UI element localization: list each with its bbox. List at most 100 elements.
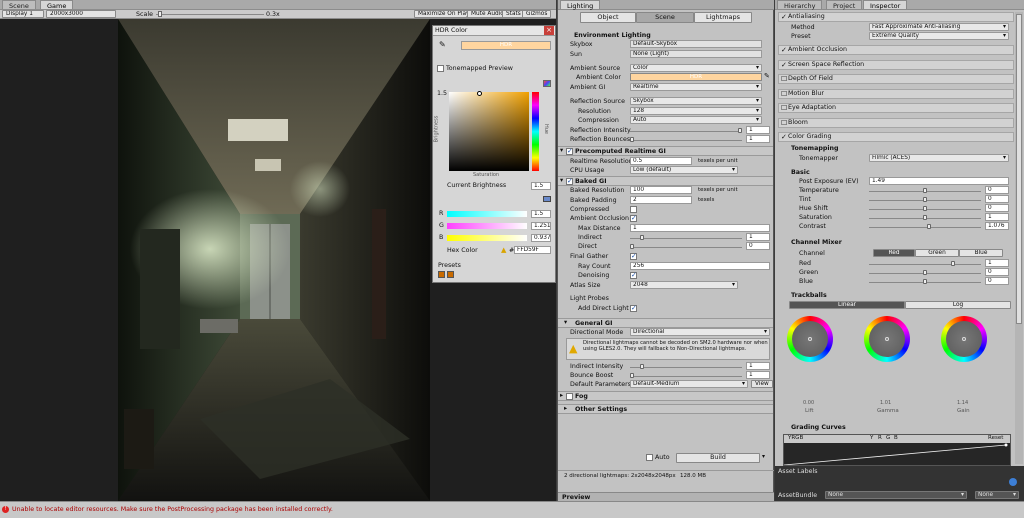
reflection-intensity-field[interactable]: 1 bbox=[746, 126, 770, 134]
depth-of-field-header[interactable]: ☐ Depth Of Field bbox=[778, 74, 1014, 84]
motion-blur-header[interactable]: ☐ Motion Blur bbox=[778, 89, 1014, 99]
lift-wheel-cursor[interactable] bbox=[808, 337, 812, 341]
gamma-wheel[interactable] bbox=[864, 316, 910, 362]
ssr-check-icon[interactable]: ✓ bbox=[781, 61, 787, 69]
bounce-boost-knob[interactable] bbox=[630, 373, 634, 378]
resolution-dropdown[interactable]: 2000x3000 bbox=[46, 10, 116, 18]
mixer-red-field[interactable]: 1 bbox=[985, 259, 1009, 267]
baked-gi-checkbox[interactable]: ✓ bbox=[566, 178, 573, 185]
denoising-checkbox[interactable]: ✓ bbox=[630, 272, 637, 279]
mixer-green-knob[interactable] bbox=[923, 270, 927, 275]
color-grading-header[interactable]: ✓ Color Grading bbox=[778, 132, 1014, 142]
general-gi-section[interactable]: ▾ General GI bbox=[558, 318, 773, 328]
tab-game[interactable]: Game bbox=[40, 0, 74, 10]
scale-slider-knob[interactable] bbox=[158, 11, 162, 17]
hue-strip[interactable] bbox=[532, 92, 539, 171]
direct-slider[interactable] bbox=[630, 247, 742, 248]
other-settings-section[interactable]: ▸ Other Settings bbox=[558, 404, 773, 414]
mixer-green-field[interactable]: 0 bbox=[985, 268, 1009, 276]
tab-hierarchy[interactable]: Hierarchy bbox=[777, 0, 823, 10]
ambient-occlusion-check-icon[interactable]: ✓ bbox=[781, 46, 787, 54]
reflection-bounces-knob[interactable] bbox=[630, 137, 634, 142]
hdr-swatch[interactable]: HDR bbox=[461, 41, 551, 50]
saturation-knob[interactable] bbox=[923, 215, 927, 220]
curve-tab-g[interactable]: G bbox=[886, 435, 890, 441]
reflection-intensity-slider[interactable] bbox=[630, 131, 742, 132]
preset-menu-icon[interactable] bbox=[447, 271, 454, 278]
indirect-intensity-knob[interactable] bbox=[640, 364, 644, 369]
gamma-wheel-cursor[interactable] bbox=[885, 337, 889, 341]
view-button[interactable]: View bbox=[751, 380, 773, 388]
contrast-slider[interactable] bbox=[869, 227, 981, 228]
ambient-color-swatch[interactable]: HDR bbox=[630, 73, 762, 81]
eye-adaptation-header[interactable]: ☐ Eye Adaptation bbox=[778, 103, 1014, 113]
color-grading-check-icon[interactable]: ✓ bbox=[781, 133, 787, 141]
tab-scene[interactable]: Scene bbox=[2, 0, 36, 10]
post-exposure-field[interactable]: 1.49 bbox=[869, 177, 1009, 185]
temperature-field[interactable]: 0 bbox=[985, 186, 1009, 194]
eye-adaptation-checkbox-icon[interactable]: ☐ bbox=[781, 104, 787, 112]
auto-checkbox[interactable] bbox=[646, 454, 653, 461]
direct-field[interactable]: 0 bbox=[746, 242, 770, 250]
sv-picker-handle[interactable] bbox=[477, 91, 482, 96]
bloom-checkbox-icon[interactable]: ☐ bbox=[781, 119, 787, 127]
mixer-red-knob[interactable] bbox=[951, 261, 955, 266]
sun-field[interactable]: None (Light) bbox=[630, 50, 762, 58]
bloom-header[interactable]: ☐ Bloom bbox=[778, 118, 1014, 128]
mixer-blue-knob[interactable] bbox=[923, 279, 927, 284]
slider-mode-icon[interactable] bbox=[543, 196, 551, 202]
tonemapped-preview-checkbox[interactable] bbox=[437, 65, 444, 72]
trackballs-log-tab[interactable]: Log bbox=[905, 301, 1011, 309]
mixer-blue-field[interactable]: 0 bbox=[985, 277, 1009, 285]
hdr-color-titlebar[interactable]: HDR Color × bbox=[433, 26, 555, 36]
ambient-gi-dropdown[interactable]: Realtime bbox=[630, 83, 762, 91]
hue-shift-knob[interactable] bbox=[923, 206, 927, 211]
mixer-red-slider[interactable] bbox=[869, 264, 981, 265]
precomputed-gi-checkbox[interactable]: ✓ bbox=[566, 148, 573, 155]
inspector-scroll-thumb[interactable] bbox=[1016, 14, 1022, 324]
ambient-occlusion-header[interactable]: ✓ Ambient Occlusion bbox=[778, 45, 1014, 55]
bounce-boost-slider[interactable] bbox=[630, 376, 742, 377]
trackballs-linear-tab[interactable]: Linear bbox=[789, 301, 905, 309]
g-channel-slider[interactable] bbox=[447, 223, 527, 229]
temperature-knob[interactable] bbox=[923, 188, 927, 193]
curve-reset-button[interactable]: Reset bbox=[988, 435, 1003, 441]
tab-lighting[interactable]: Lighting bbox=[560, 0, 601, 10]
curve-line[interactable] bbox=[784, 443, 1010, 465]
gain-wheel-cursor[interactable] bbox=[962, 337, 966, 341]
current-brightness-field[interactable]: 1.5 bbox=[531, 182, 551, 190]
tonemapper-dropdown[interactable]: Filmic (ACES) bbox=[869, 154, 1009, 162]
build-button[interactable]: Build bbox=[676, 453, 760, 463]
direct-knob[interactable] bbox=[630, 244, 634, 249]
contrast-field[interactable]: 1.076 bbox=[985, 222, 1009, 230]
curve-tab-yrgb[interactable]: YRGB bbox=[788, 435, 803, 441]
hue-shift-field[interactable]: 0 bbox=[985, 204, 1009, 212]
final-gather-checkbox[interactable]: ✓ bbox=[630, 253, 637, 260]
tint-field[interactable]: 0 bbox=[985, 195, 1009, 203]
tab-lightmaps[interactable]: Lightmaps bbox=[694, 12, 752, 23]
method-dropdown[interactable]: Fast Approximate Anti-aliasing bbox=[869, 23, 1009, 31]
presets-label[interactable]: Presets bbox=[438, 262, 461, 269]
add-direct-light-checkbox[interactable]: ✓ bbox=[630, 305, 637, 312]
tint-knob[interactable] bbox=[923, 197, 927, 202]
realtime-resolution-field[interactable]: 0.5 bbox=[630, 157, 692, 165]
color-wheel-mode-icon[interactable] bbox=[543, 80, 551, 87]
curve-tab-y[interactable]: Y bbox=[870, 435, 873, 441]
ambient-eyedropper-icon[interactable]: ✎ bbox=[764, 72, 770, 80]
tag-icon[interactable] bbox=[1009, 478, 1017, 486]
lift-wheel[interactable] bbox=[787, 316, 833, 362]
g-channel-field[interactable]: 1.251 bbox=[531, 222, 551, 230]
inspector-scrollbar[interactable] bbox=[1015, 12, 1023, 464]
indirect-field[interactable]: 1 bbox=[746, 233, 770, 241]
r-channel-slider[interactable] bbox=[447, 211, 527, 217]
display-dropdown[interactable]: Display 1 bbox=[2, 10, 44, 18]
tab-scene-lighting[interactable]: Scene bbox=[636, 12, 694, 23]
ssr-header[interactable]: ✓ Screen Space Reflection bbox=[778, 60, 1014, 70]
resolution-dropdown[interactable]: 128 bbox=[630, 107, 762, 115]
status-bar[interactable]: ! Unable to locate editor resources. Mak… bbox=[0, 501, 1024, 518]
b-channel-field[interactable]: 0.937 bbox=[531, 234, 551, 242]
atlas-size-dropdown[interactable]: 2048 bbox=[630, 281, 738, 289]
preset-swatch-icon[interactable] bbox=[438, 271, 445, 278]
compressed-checkbox[interactable] bbox=[630, 206, 637, 213]
ambient-source-dropdown[interactable]: Color bbox=[630, 64, 762, 72]
